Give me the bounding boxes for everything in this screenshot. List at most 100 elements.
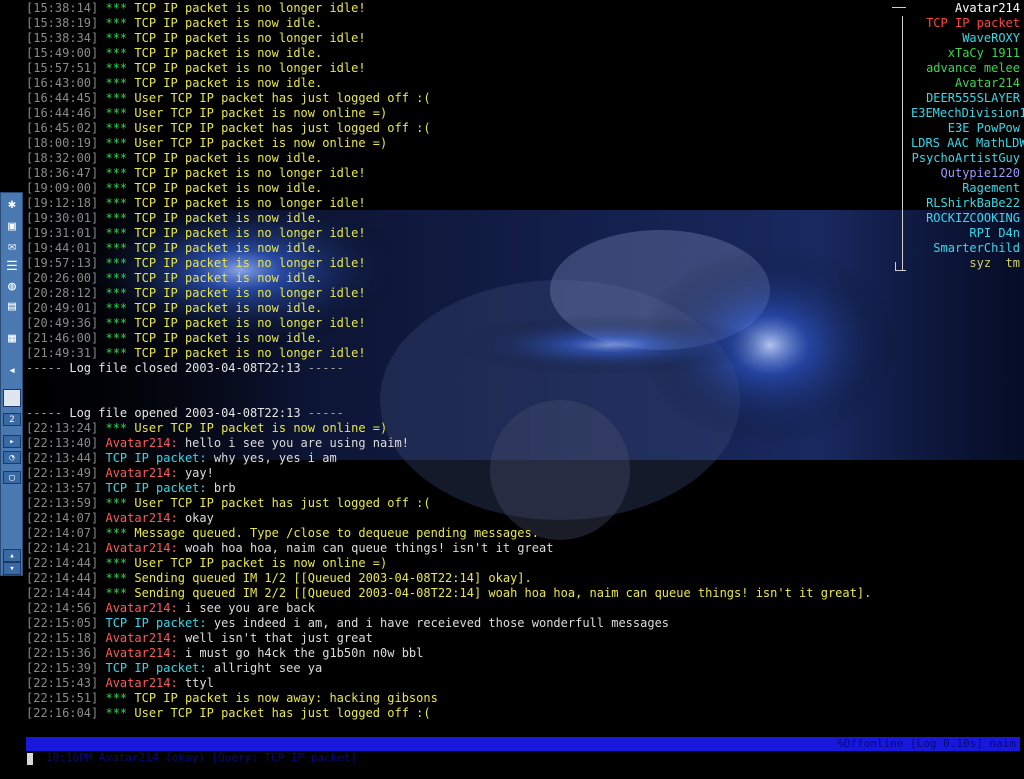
message-input[interactable] <box>26 752 1020 766</box>
log-line: [22:15:05] TCP IP packet: yes indeed i a… <box>26 616 906 631</box>
event-marker: *** <box>105 496 135 510</box>
timestamp: [19:44:01] <box>26 241 106 255</box>
system-message: TCP IP packet is no longer idle! <box>134 226 366 240</box>
timestamp: [22:15:36] <box>26 646 106 660</box>
buddy-item[interactable]: advance melee <box>902 61 1020 76</box>
log-line: [19:09:00] *** TCP IP packet is now idle… <box>26 181 906 196</box>
event-marker: *** <box>105 331 135 345</box>
event-marker: *** <box>105 61 135 75</box>
buddy-item[interactable]: Qutypie1220 <box>902 166 1020 181</box>
timestamp: [19:57:13] <box>26 256 106 270</box>
timestamp: [22:14:44] <box>26 586 106 600</box>
log-line: [20:49:36] *** TCP IP packet is no longe… <box>26 316 906 331</box>
panel-clock-icon[interactable]: ◔ <box>3 451 21 464</box>
log-separator: ----- Log file closed 2003-04-08T22:13 -… <box>26 361 906 376</box>
message-text: yes indeed i am, and i have receieved th… <box>206 616 670 630</box>
log-line: [19:44:01] *** TCP IP packet is now idle… <box>26 241 906 256</box>
system-message: TCP IP packet is no longer idle! <box>134 31 366 45</box>
system-message: TCP IP packet is now idle. <box>134 46 323 60</box>
buddy-item[interactable]: LDRS AAC MathLDW <box>902 136 1024 151</box>
timestamp: [16:44:45] <box>26 91 106 105</box>
timestamp: [22:15:43] <box>26 676 106 690</box>
panel-scroll-up-button[interactable]: ▴ <box>3 549 21 562</box>
panel-play-button[interactable]: ▸ <box>3 435 21 448</box>
separator-dashes: ----- <box>307 406 344 420</box>
buddy-item[interactable]: xTaCy 1911 <box>902 46 1020 61</box>
log-line: [18:00:19] *** User TCP IP packet is now… <box>26 136 906 151</box>
log-line: [15:38:19] *** TCP IP packet is now idle… <box>26 16 906 31</box>
buddy-item[interactable]: WaveROXY <box>902 31 1020 46</box>
timestamp: [15:38:14] <box>26 1 106 15</box>
system-message: TCP IP packet is no longer idle! <box>134 286 366 300</box>
buddy-item[interactable]: syz tm <box>902 256 1020 271</box>
timestamp: [20:28:12] <box>26 286 106 300</box>
buddy-item[interactable]: SmarterChild <box>902 241 1020 256</box>
buddy-item[interactable]: TCP IP packet <box>902 16 1020 31</box>
system-message: TCP IP packet is now idle. <box>134 301 323 315</box>
kde-gear-icon[interactable]: ✱ <box>3 195 21 213</box>
system-message: TCP IP packet is now idle. <box>134 16 323 30</box>
notes-icon[interactable]: ☰ <box>3 257 21 275</box>
timestamp: [22:14:44] <box>26 571 106 585</box>
buddy-list-owner[interactable]: Avatar214 <box>902 1 1020 16</box>
timestamp: [16:43:00] <box>26 76 106 90</box>
timestamp: [22:13:44] <box>26 451 106 465</box>
log-line: [22:13:40] Avatar214: hello i see you ar… <box>26 436 906 451</box>
separator-text: Log file opened 2003-04-08T22:13 <box>62 406 308 420</box>
event-marker: *** <box>105 241 135 255</box>
timestamp: [15:57:51] <box>26 61 106 75</box>
event-marker: *** <box>105 211 135 225</box>
files-icon[interactable]: ▤ <box>3 297 21 315</box>
buddy-item[interactable]: RPI D4n <box>902 226 1020 241</box>
timestamp: [22:15:39] <box>26 661 106 675</box>
system-message: User TCP IP packet has just logged off :… <box>134 91 431 105</box>
system-message: User TCP IP packet is now online =) <box>134 421 388 435</box>
buddy-item[interactable]: E3EMechDivision1 <box>902 106 1024 121</box>
calculator-icon[interactable]: ▦ <box>3 329 21 347</box>
panel-desktop-2-button[interactable]: 2 <box>3 413 21 426</box>
log-line: [21:46:00] *** TCP IP packet is now idle… <box>26 331 906 346</box>
buddy-item[interactable]: PsychoArtistGuy <box>902 151 1020 166</box>
panel-pager-blank[interactable] <box>3 389 21 407</box>
sender-name: Avatar214: <box>105 511 178 525</box>
event-marker: *** <box>105 166 135 180</box>
browser-icon[interactable]: ◍ <box>3 277 21 295</box>
buddy-item[interactable]: Ragement <box>902 181 1020 196</box>
separator-text: Log file closed 2003-04-08T22:13 <box>62 361 308 375</box>
system-message: User TCP IP packet has just logged off :… <box>134 496 431 510</box>
timestamp: [22:14:56] <box>26 601 106 615</box>
system-message: TCP IP packet is no longer idle! <box>134 166 366 180</box>
system-message: User TCP IP packet is now online =) <box>134 556 388 570</box>
terminal-icon[interactable]: ▣ <box>3 217 21 235</box>
log-line: [22:15:18] Avatar214: well isn't that ju… <box>26 631 906 646</box>
log-line: [16:45:02] *** User TCP IP packet has ju… <box>26 121 906 136</box>
mail-icon[interactable]: ✉ <box>3 237 21 255</box>
system-message: User TCP IP packet is now online =) <box>134 106 388 120</box>
buddy-item[interactable]: RLShirkBaBe22 <box>902 196 1020 211</box>
log-line: [21:49:31] *** TCP IP packet is no longe… <box>26 346 906 361</box>
status-right: %Offonline [Log 0.10s] naim <box>837 737 1016 750</box>
message-text: ttyl <box>177 676 214 690</box>
log-line: [19:31:01] *** TCP IP packet is no longe… <box>26 226 906 241</box>
system-message: TCP IP packet is no longer idle! <box>134 1 366 15</box>
buddy-item[interactable]: ROCKIZCOOKING <box>902 211 1020 226</box>
event-marker: *** <box>105 16 135 30</box>
event-marker: *** <box>105 526 135 540</box>
log-line: [15:38:14] *** TCP IP packet is no longe… <box>26 1 906 16</box>
log-line: [22:15:51] *** TCP IP packet is now away… <box>26 691 906 706</box>
buddy-item[interactable]: DEER555SLAYER <box>902 91 1020 106</box>
panel-scroll-down-button[interactable]: ▾ <box>3 562 21 575</box>
log-line: [22:16:04] *** User TCP IP packet has ju… <box>26 706 906 721</box>
event-marker: *** <box>105 556 135 570</box>
panel-window-icon[interactable]: ▢ <box>3 471 21 484</box>
timestamp: [19:12:18] <box>26 196 106 210</box>
timestamp: [19:09:00] <box>26 181 106 195</box>
log-line: [22:13:44] TCP IP packet: why yes, yes i… <box>26 451 906 466</box>
log-line: [15:49:00] *** TCP IP packet is now idle… <box>26 46 906 61</box>
log-line: [16:44:46] *** User TCP IP packet is now… <box>26 106 906 121</box>
buddy-item[interactable]: Avatar214 <box>902 76 1020 91</box>
speaker-icon[interactable]: ◂ <box>3 361 21 379</box>
buddy-item[interactable]: E3E PowPow <box>902 121 1020 136</box>
log-line: [22:13:59] *** User TCP IP packet has ju… <box>26 496 906 511</box>
system-message: Sending queued IM 2/2 [[Queued 2003-04-0… <box>134 586 872 600</box>
